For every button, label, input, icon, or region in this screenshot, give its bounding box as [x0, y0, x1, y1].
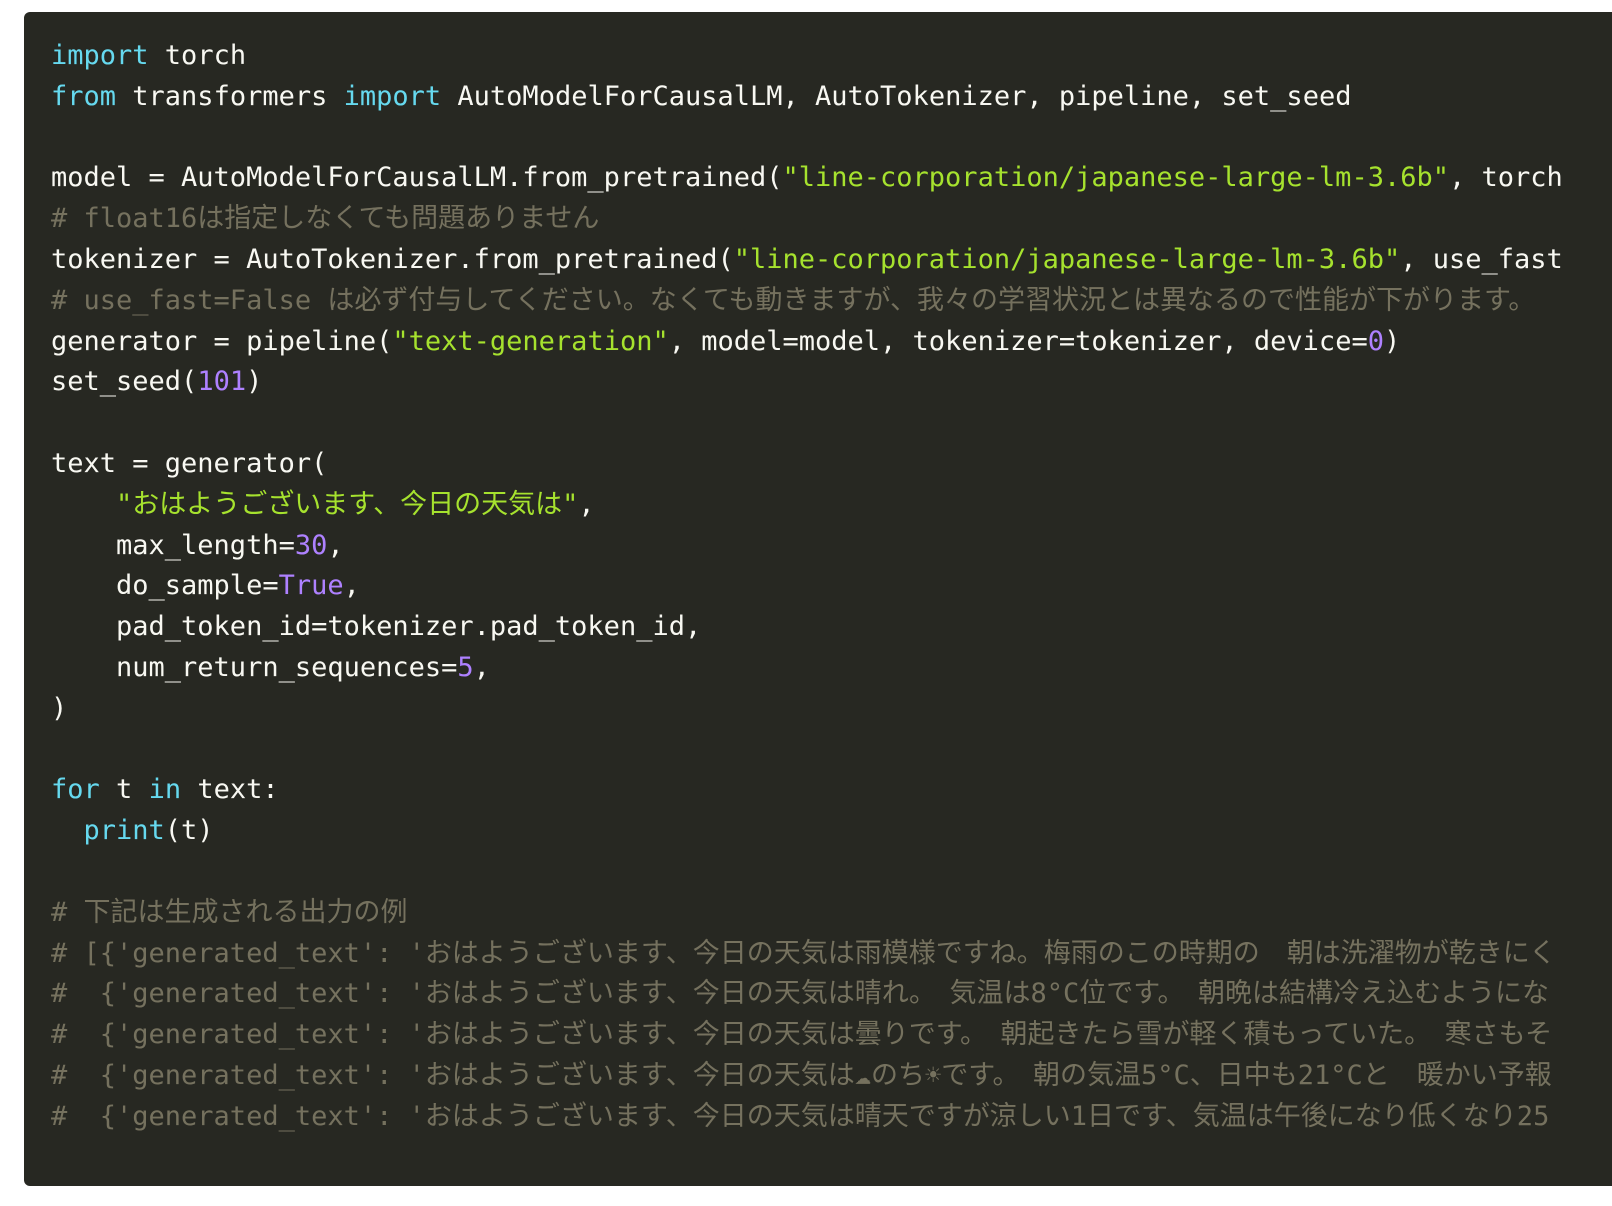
- number-token: 30: [294, 529, 328, 561]
- comment-token: # float16は指定しなくても問題ありません: [51, 203, 600, 235]
- code-line: num_return_sequences=5,: [51, 648, 1612, 689]
- code-line: text = generator(: [51, 444, 1612, 485]
- code-line: # {'generated_text': 'おはようございます、今日の天気は☁の…: [51, 1056, 1612, 1097]
- code-line: do_sample=True,: [51, 566, 1612, 607]
- code-line: import torch: [51, 36, 1612, 77]
- code-token: model = AutoModelForCausalLM.from_pretra…: [51, 162, 783, 194]
- code-token: , use_fast: [1400, 243, 1563, 275]
- keyword-token: import: [343, 80, 442, 112]
- code-token: pad_token_id=tokenizer.pad_token_id,: [51, 611, 702, 643]
- code-line: generator = pipeline("text-generation", …: [51, 322, 1612, 363]
- code-token: (t): [164, 815, 214, 847]
- string-token: "text-generation": [392, 325, 669, 357]
- code-token: torch: [148, 40, 247, 71]
- code-token: do_sample=: [51, 570, 279, 602]
- keyword-token: from: [51, 80, 117, 112]
- code-line: model = AutoModelForCausalLM.from_pretra…: [51, 158, 1612, 199]
- code-line: for t in text:: [51, 770, 1612, 811]
- code-block: import torch from transformers import Aut…: [24, 12, 1612, 1186]
- number-token: 0: [1367, 325, 1384, 357]
- comment-token: # {'generated_text': 'おはようございます、今日の天気は晴れ…: [51, 978, 1550, 1010]
- code-token: tokenizer = AutoTokenizer.from_pretraine…: [51, 243, 734, 275]
- code-token: , torch: [1448, 162, 1563, 194]
- code-token: ): [246, 366, 263, 398]
- keyword-token: for: [51, 774, 100, 806]
- number-token: 101: [197, 366, 247, 398]
- code-line: # {'generated_text': 'おはようございます、今日の天気は晴天…: [51, 1097, 1612, 1138]
- comment-token: # [{'generated_text': 'おはようございます、今日の天気は雨…: [51, 937, 1557, 969]
- code-line: # 下記は生成される出力の例: [51, 893, 1612, 934]
- code-line: pad_token_id=tokenizer.pad_token_id,: [51, 607, 1612, 648]
- number-token: 5: [457, 651, 474, 683]
- string-token: "line-corporation/japanese-large-lm-3.6b…: [782, 162, 1449, 194]
- code-token: ,: [578, 488, 595, 520]
- comment-token: # {'generated_text': 'おはようございます、今日の天気は曇り…: [51, 1019, 1553, 1051]
- code-token: ): [51, 692, 68, 724]
- comment-token: # {'generated_text': 'おはようございます、今日の天気は晴天…: [51, 1100, 1550, 1132]
- code-line: # {'generated_text': 'おはようございます、今日の天気は晴れ…: [51, 974, 1612, 1015]
- code-token: generator = pipeline(: [51, 325, 393, 357]
- code-line: # use_fast=False は必ず付与してください。なくても動きますが、我…: [51, 281, 1612, 322]
- code-line: print(t): [51, 811, 1612, 852]
- builtin-token: print: [83, 815, 165, 847]
- code-line: from transformers import AutoModelForCau…: [51, 77, 1612, 118]
- number-token: True: [278, 570, 344, 602]
- code-line: # {'generated_text': 'おはようございます、今日の天気は曇り…: [51, 1015, 1612, 1056]
- code-token: AutoModelForCausalLM, AutoTokenizer, pip…: [441, 80, 1352, 112]
- comment-token: # use_fast=False は必ず付与してください。なくても動きますが、我…: [51, 284, 1536, 316]
- code-line: ): [51, 689, 1612, 730]
- code-line: # [{'generated_text': 'おはようございます、今日の天気は雨…: [51, 934, 1612, 975]
- code-line: set_seed(101): [51, 362, 1612, 403]
- code-token: ,: [327, 529, 344, 561]
- code-token: text:: [181, 774, 279, 806]
- code-token: text = generator(: [51, 447, 328, 479]
- code-token: ): [1383, 325, 1401, 357]
- string-token: "line-corporation/japanese-large-lm-3.6b…: [733, 243, 1401, 275]
- code-token: ,: [343, 570, 360, 602]
- code-token: t: [99, 774, 149, 806]
- comment-token: # 下記は生成される出力の例: [51, 896, 408, 928]
- code-token: ,: [473, 651, 490, 683]
- code-token: transformers: [116, 80, 344, 112]
- code-line: max_length=30,: [51, 526, 1612, 567]
- code-token: max_length=: [51, 529, 295, 561]
- string-token: "おはようございます、今日の天気は": [116, 488, 579, 520]
- code-line: "おはようございます、今日の天気は",: [51, 485, 1612, 526]
- code-token: , model=model, tokenizer=tokenizer, devi…: [668, 325, 1368, 357]
- keyword-token: in: [148, 774, 182, 806]
- code-token: set_seed(: [51, 366, 198, 398]
- keyword-token: import: [51, 40, 149, 71]
- code-line: tokenizer = AutoTokenizer.from_pretraine…: [51, 240, 1612, 281]
- code-token: num_return_sequences=: [51, 651, 458, 683]
- code-line: # float16は指定しなくても問題ありません: [51, 199, 1612, 240]
- comment-token: # {'generated_text': 'おはようございます、今日の天気は☁の…: [51, 1059, 1552, 1091]
